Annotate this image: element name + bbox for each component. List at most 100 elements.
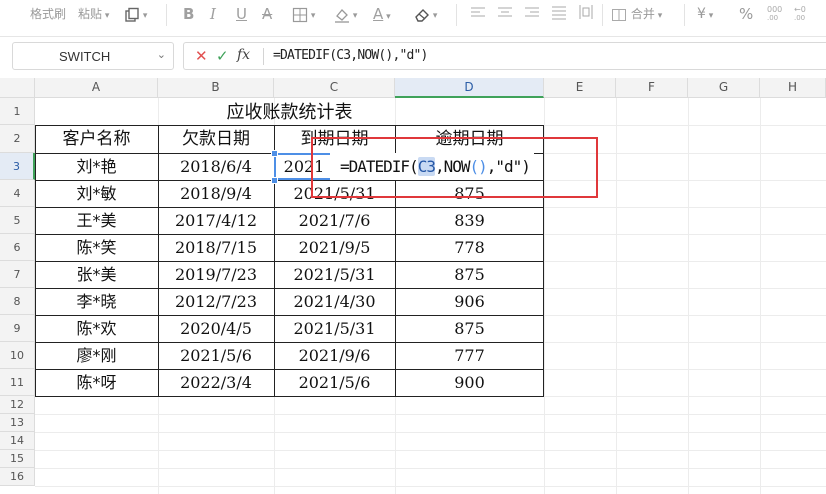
selection-handle[interactable] (271, 177, 278, 184)
row-header-1[interactable]: 1 (0, 98, 35, 125)
spreadsheet-grid[interactable]: A B C D E F G H 1 2 3 4 5 6 7 8 9 10 11 … (0, 78, 826, 494)
cell-due-date[interactable]: 2021/7/6 (274, 207, 395, 234)
header-cell-debt-date[interactable]: 欠款日期 (158, 125, 274, 153)
cell-debt-date[interactable]: 2021/5/6 (158, 342, 274, 369)
row-header-4[interactable]: 4 (0, 180, 35, 207)
header-cell-customer[interactable]: 客户名称 (35, 125, 158, 153)
font-color-button[interactable]: A ▾ (373, 4, 391, 24)
cell-overdue-days[interactable]: 778 (395, 234, 544, 261)
merge-button[interactable]: 合并 ▾ (611, 4, 662, 24)
row-header-9[interactable]: 9 (0, 315, 35, 342)
row-header-16[interactable]: 16 (0, 468, 35, 486)
row-header-14[interactable]: 14 (0, 432, 35, 450)
cell-overdue-days[interactable]: 875 (395, 315, 544, 342)
cell-due-date[interactable]: 2021/5/6 (274, 369, 395, 396)
selection-handle[interactable] (271, 150, 278, 157)
formula-input[interactable]: ✕ ✓ fx =DATEDIF(C3,NOW(),"d") (183, 42, 826, 70)
row-header-3[interactable]: 3 (0, 153, 35, 180)
row-header-2[interactable]: 2 (0, 125, 35, 153)
bold-icon[interactable]: B (183, 4, 194, 24)
cell-debt-date[interactable]: 2012/7/23 (158, 288, 274, 315)
cell-due-date[interactable]: 2021/5/31 (274, 261, 395, 288)
cell-debt-date[interactable]: 2018/6/4 (158, 153, 274, 180)
cell-customer-name[interactable]: 陈*呀 (35, 369, 158, 396)
row-header-6[interactable]: 6 (0, 234, 35, 261)
row-header-12[interactable]: 12 (0, 396, 35, 414)
border-button[interactable]: ▾ (292, 4, 315, 24)
chevron-down-icon[interactable]: ▾ (308, 11, 316, 21)
cell-customer-name[interactable]: 王*美 (35, 207, 158, 234)
percent-button[interactable]: % (739, 4, 753, 24)
underline-icon[interactable]: U (236, 4, 247, 24)
svg-text:.00: .00 (794, 14, 805, 22)
insert-function-icon[interactable]: fx (237, 47, 250, 63)
fill-color-button[interactable]: ▾ (334, 4, 357, 24)
thousands-separator-button[interactable]: 000.00 (766, 4, 782, 24)
cell-customer-name[interactable]: 刘*艳 (35, 153, 158, 180)
column-header-b[interactable]: B (158, 78, 274, 98)
cell-due-date[interactable]: 2021/5/31 (274, 315, 395, 342)
cell-customer-name[interactable]: 张*美 (35, 261, 158, 288)
distribute-button[interactable] (578, 4, 594, 24)
increase-decimal-button[interactable]: ←0.00 (793, 4, 815, 24)
cell-customer-name[interactable]: 陈*笑 (35, 234, 158, 261)
column-header-g[interactable]: G (688, 78, 760, 98)
cell-debt-date[interactable]: 2017/4/12 (158, 207, 274, 234)
format-painter-button[interactable]: 格式刷 (30, 4, 66, 24)
italic-icon[interactable]: I (210, 4, 216, 24)
column-header-c[interactable]: C (274, 78, 395, 98)
row-header-8[interactable]: 8 (0, 288, 35, 315)
cell-overdue-days[interactable]: 900 (395, 369, 544, 396)
select-all-corner[interactable] (0, 78, 35, 98)
column-header-d[interactable]: D (395, 78, 544, 98)
currency-button[interactable]: ¥ ▾ (697, 4, 713, 24)
column-header-a[interactable]: A (35, 78, 158, 98)
cell-debt-date[interactable]: 2020/4/5 (158, 315, 274, 342)
chevron-down-icon[interactable]: ▾ (102, 11, 110, 21)
chevron-down-icon[interactable]: ▾ (430, 11, 438, 21)
chevron-down-icon[interactable]: ▾ (350, 11, 358, 21)
cell-debt-date[interactable]: 2022/3/4 (158, 369, 274, 396)
cell-overdue-days[interactable]: 839 (395, 207, 544, 234)
cell-due-date[interactable]: 2021/4/30 (274, 288, 395, 315)
sheet-title[interactable]: 应收账款统计表 (35, 98, 544, 125)
cell-customer-name[interactable]: 刘*敏 (35, 180, 158, 207)
copy-button[interactable]: ▾ (124, 4, 147, 24)
clear-button[interactable]: ▾ (414, 4, 437, 24)
cell-debt-date[interactable]: 2019/7/23 (158, 261, 274, 288)
cell-debt-date[interactable]: 2018/7/15 (158, 234, 274, 261)
cell-due-date[interactable]: 2021/9/5 (274, 234, 395, 261)
cell-customer-name[interactable]: 廖*刚 (35, 342, 158, 369)
formula-text[interactable]: =DATEDIF(C3,NOW(),"d") (273, 48, 428, 63)
cell-overdue-days[interactable]: 875 (395, 261, 544, 288)
cell-customer-name[interactable]: 陈*欢 (35, 315, 158, 342)
chevron-down-icon[interactable]: ▾ (383, 12, 391, 22)
row-header-15[interactable]: 15 (0, 450, 35, 468)
paste-button[interactable]: 粘贴 ▾ (78, 4, 109, 24)
cell-overdue-days[interactable]: 906 (395, 288, 544, 315)
align-right-button[interactable] (524, 4, 540, 24)
name-box[interactable]: SWITCH ⌄ (12, 42, 174, 70)
cell-debt-date[interactable]: 2018/9/4 (158, 180, 274, 207)
chevron-down-icon[interactable]: ▾ (140, 11, 148, 21)
chevron-down-icon[interactable]: ▾ (655, 11, 663, 21)
chevron-down-icon[interactable]: ▾ (706, 11, 714, 21)
column-header-e[interactable]: E (544, 78, 616, 98)
cell-overdue-days[interactable]: 777 (395, 342, 544, 369)
cancel-icon[interactable]: ✕ (195, 47, 208, 65)
chevron-down-icon[interactable]: ⌄ (157, 48, 166, 61)
align-left-button[interactable] (470, 4, 486, 24)
row-header-10[interactable]: 10 (0, 342, 35, 369)
strikethrough-icon[interactable]: A (262, 4, 272, 24)
row-header-11[interactable]: 11 (0, 369, 35, 396)
column-header-h[interactable]: H (760, 78, 826, 98)
row-header-5[interactable]: 5 (0, 207, 35, 234)
row-header-13[interactable]: 13 (0, 414, 35, 432)
column-header-f[interactable]: F (616, 78, 688, 98)
align-center-button[interactable] (497, 4, 513, 24)
row-header-7[interactable]: 7 (0, 261, 35, 288)
confirm-icon[interactable]: ✓ (216, 47, 229, 65)
justify-button[interactable] (551, 4, 567, 24)
cell-due-date[interactable]: 2021/9/6 (274, 342, 395, 369)
cell-customer-name[interactable]: 李*晓 (35, 288, 158, 315)
